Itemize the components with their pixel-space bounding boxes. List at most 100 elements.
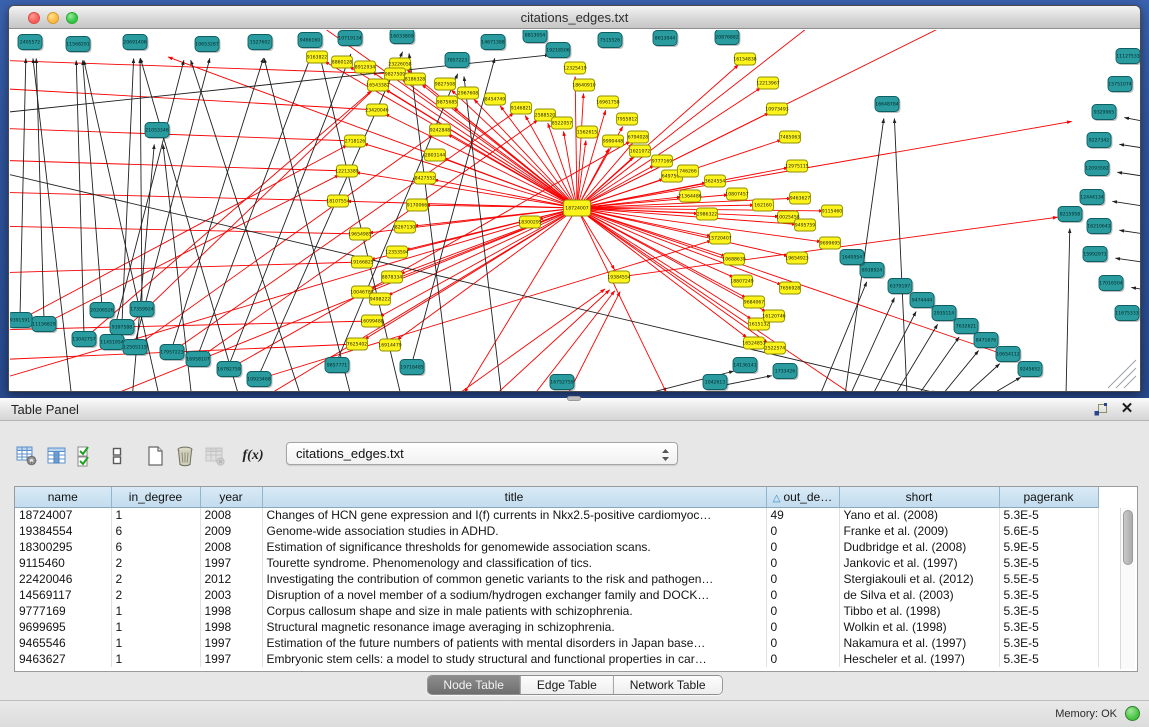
citation-edge-red[interactable] [388, 208, 577, 295]
graph-node-yellow[interactable]: 19654923 [785, 252, 808, 264]
table-cell[interactable]: 0 [766, 635, 839, 651]
citation-edge-red[interactable] [577, 30, 813, 208]
select-columns-icon[interactable] [74, 443, 100, 469]
citation-edge-red[interactable] [10, 88, 377, 110]
table-cell[interactable]: 9463627 [15, 651, 111, 667]
graph-node-yellow[interactable]: 18300295 [518, 216, 541, 228]
graph-node-yellow[interactable]: 8454749 [485, 93, 506, 105]
graph-node-yellow[interactable]: 8912934 [355, 61, 376, 73]
tab-network-table[interactable]: Network Table [614, 676, 722, 694]
graph-node-yellow[interactable]: 9146821 [511, 102, 532, 114]
graph-node-teal[interactable]: 20206526 [90, 303, 116, 320]
graph-node-teal[interactable]: 8813054 [523, 30, 549, 44]
table-cell[interactable]: Estimation of the future numbers of pati… [262, 635, 766, 651]
graph-node-yellow[interactable]: 9163822 [307, 51, 328, 63]
graph-node-yellow[interactable]: 9242848 [430, 124, 451, 136]
citation-edge-black[interactable] [1119, 230, 1141, 236]
graph-node-yellow[interactable]: 9827508 [435, 78, 456, 90]
create-column-icon[interactable] [142, 443, 168, 469]
table-cell[interactable]: Hescheler et al. (1997) [839, 651, 999, 667]
citation-edge-black[interactable] [960, 364, 1000, 392]
citation-edge-black[interactable] [20, 58, 26, 316]
graph-node-teal[interactable]: 16752759 [550, 375, 576, 392]
graph-node-teal[interactable]: 10654112 [996, 347, 1022, 364]
graph-node-yellow[interactable]: 2718126 [345, 135, 366, 147]
scrollbar-thumb[interactable] [1123, 510, 1133, 565]
graph-node-yellow[interactable]: 7955812 [617, 113, 638, 125]
citation-edge-black[interactable] [1124, 118, 1141, 124]
graph-node-teal[interactable]: 9227342 [1087, 133, 1113, 150]
graph-node-teal[interactable]: 11451954 [100, 335, 126, 352]
table-cell[interactable]: 18724007 [15, 507, 111, 523]
graph-node-teal[interactable]: 10923468 [247, 372, 273, 389]
citation-edge-red[interactable] [447, 134, 577, 208]
graph-node-teal[interactable]: 11675333 [1115, 306, 1141, 323]
citation-edge-black[interactable] [76, 60, 84, 335]
table-cell[interactable]: Corpus callosum shape and size in male p… [262, 603, 766, 619]
table-cell[interactable]: 0 [766, 651, 839, 667]
graph-node-teal[interactable]: 1640954 [840, 250, 866, 267]
column-header-short[interactable]: short [839, 487, 999, 507]
graph-node-yellow[interactable]: 1621072 [630, 145, 651, 157]
citation-edge-red[interactable] [450, 289, 605, 392]
table-cell[interactable]: Dudbridge et al. (2008) [839, 539, 999, 555]
memory-ok-indicator[interactable] [1125, 706, 1140, 721]
graph-node-teal[interactable]: 11568291 [66, 37, 92, 54]
table-cell[interactable]: 5.9E-5 [999, 539, 1098, 555]
table-cell[interactable]: 1997 [200, 635, 262, 651]
graph-node-teal[interactable]: 9391591 [10, 313, 34, 330]
table-cell[interactable]: 2008 [200, 539, 262, 555]
table-cell[interactable]: 0 [766, 603, 839, 619]
graph-node-yellow[interactable]: 18724007 [564, 200, 591, 216]
table-cell[interactable]: 1997 [200, 651, 262, 667]
table-cell[interactable]: 0 [766, 587, 839, 603]
graph-node-yellow[interactable]: 19166825 [350, 256, 373, 268]
graph-node-yellow[interactable]: 8878334 [382, 271, 403, 283]
table-cell[interactable]: 2003 [200, 587, 262, 603]
table-cell[interactable]: Wolkin et al. (1998) [839, 619, 999, 635]
graph-node-yellow[interactable]: 1562615 [577, 126, 598, 138]
table-cell[interactable]: Estimation of significance thresholds fo… [262, 539, 766, 555]
table-cell[interactable]: 5.3E-5 [999, 603, 1098, 619]
graph-node-yellow[interactable]: 2986322 [697, 208, 718, 220]
graph-node-yellow[interactable]: 8267130 [395, 221, 416, 233]
graph-node-teal[interactable]: 16782759 [217, 362, 243, 379]
network-window-titlebar[interactable]: citations_edges.txt [9, 6, 1140, 29]
citation-edge-black[interactable] [1066, 228, 1070, 392]
graph-node-yellow[interactable]: 2803144 [425, 149, 446, 161]
graph-node-teal[interactable]: 15751074 [1108, 77, 1134, 94]
citation-edge-red[interactable] [575, 76, 577, 208]
graph-node-teal[interactable]: 12505115 [123, 340, 149, 357]
graph-node-teal[interactable]: 7515526 [598, 33, 624, 50]
table-cell[interactable]: 5.3E-5 [999, 555, 1098, 571]
graph-node-teal[interactable]: 16648784 [875, 97, 901, 114]
graph-node-yellow[interactable]: 18807249 [730, 275, 753, 287]
table-row[interactable]: 1872400712008Changes of HCN gene express… [15, 507, 1098, 523]
graph-node-yellow[interactable]: 12213967 [756, 77, 779, 89]
graph-node-teal[interactable]: 20691406 [123, 35, 149, 52]
citation-edge-red[interactable] [385, 114, 577, 208]
graph-node-teal[interactable]: 9857771 [325, 358, 351, 375]
column-header-pagerank[interactable]: pagerank [999, 487, 1098, 507]
table-selector-dropdown[interactable]: citations_edges.txt [286, 442, 678, 465]
graph-node-teal[interactable]: 7632621 [954, 319, 980, 336]
table-cell[interactable]: 18300295 [15, 539, 111, 555]
table-cell[interactable]: 2009 [200, 523, 262, 539]
table-cell[interactable]: 49 [766, 507, 839, 523]
graph-node-teal[interactable]: 9466160 [298, 33, 324, 50]
graph-node-yellow[interactable]: 19384554 [607, 271, 630, 283]
table-cell[interactable]: 1 [111, 651, 200, 667]
graph-node-yellow[interactable]: 8427552 [415, 172, 436, 184]
graph-node-teal[interactable]: 17016504 [1099, 276, 1125, 293]
graph-node-yellow[interactable]: 9463627 [790, 192, 811, 204]
graph-node-yellow[interactable]: 9684067 [744, 296, 765, 308]
citation-edge-black[interactable] [140, 58, 142, 305]
table-cell[interactable]: 5.6E-5 [999, 523, 1098, 539]
graph-node-teal[interactable]: 14671388 [481, 35, 507, 52]
graph-node-yellow[interactable]: 16154838 [733, 53, 756, 65]
citation-edge-black[interactable] [894, 118, 907, 392]
table-cell[interactable]: 6 [111, 523, 200, 539]
column-header-year[interactable]: year [200, 487, 262, 507]
graph-node-yellow[interactable]: 746266 [678, 165, 699, 177]
graph-node-yellow[interactable]: 19654985 [348, 228, 371, 240]
